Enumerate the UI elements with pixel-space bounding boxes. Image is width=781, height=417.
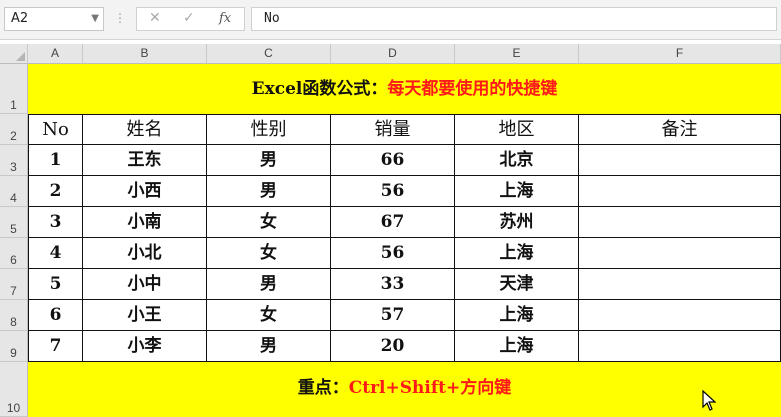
column-header-d[interactable]: D [331, 44, 455, 64]
row-number: 5 [10, 222, 17, 236]
row-number: 2 [10, 129, 17, 143]
table-cell-sales[interactable]: 20 [331, 331, 455, 362]
select-all-corner[interactable] [0, 44, 28, 64]
title-prefix: Excel函数公式： [251, 79, 388, 99]
column-header-e[interactable]: E [455, 44, 579, 64]
table-cell-no[interactable]: 2 [28, 176, 83, 207]
chevron-down-icon[interactable]: ▼ [91, 8, 99, 30]
table-cell-no[interactable]: 7 [28, 331, 83, 362]
column-header-c[interactable]: C [207, 44, 331, 64]
row-number: 4 [10, 191, 17, 205]
formula-buttons: ✕ ✓ fx [136, 7, 245, 31]
table-cell-sales[interactable]: 56 [331, 238, 455, 269]
table-cell-remark[interactable] [579, 145, 781, 176]
table-cell-gender[interactable]: 男 [207, 269, 331, 300]
title-highlight: 每天都要使用的快捷键 [387, 79, 558, 99]
header-cell-region[interactable]: 地区 [455, 114, 579, 145]
mouse-pointer-icon [702, 390, 716, 411]
table-cell-gender[interactable]: 男 [207, 145, 331, 176]
table-cell-region[interactable]: 天津 [455, 269, 579, 300]
table-cell-remark[interactable] [579, 238, 781, 269]
table-cell-no[interactable]: 6 [28, 300, 83, 331]
table-cell-no[interactable]: 3 [28, 207, 83, 238]
table-cell-gender[interactable]: 男 [207, 331, 331, 362]
table-cell-remark[interactable] [579, 176, 781, 207]
formula-bar: A2 ▼ ⋮ ✕ ✓ fx No [0, 0, 781, 40]
table-cell-remark[interactable] [579, 300, 781, 331]
row-number: 10 [6, 401, 21, 415]
table-cell-name[interactable]: 小李 [83, 331, 207, 362]
row-header-3[interactable]: 3 [0, 145, 28, 176]
insert-function-icon[interactable]: fx [219, 11, 231, 26]
table-cell-sales[interactable]: 57 [331, 300, 455, 331]
row-header-10[interactable]: 10 [0, 362, 28, 417]
table-cell-remark[interactable] [579, 207, 781, 238]
row-number: 6 [10, 253, 17, 267]
confirm-icon[interactable]: ✓ [183, 10, 195, 26]
table-cell-name[interactable]: 小王 [83, 300, 207, 331]
row-number: 3 [10, 160, 17, 174]
table-cell-no[interactable]: 4 [28, 238, 83, 269]
table-cell-region[interactable]: 北京 [455, 145, 579, 176]
table-cell-name[interactable]: 小中 [83, 269, 207, 300]
row-header-7[interactable]: 7 [0, 269, 28, 300]
table-cell-sales[interactable]: 33 [331, 269, 455, 300]
table-cell-name[interactable]: 小北 [83, 238, 207, 269]
row-number: 7 [10, 284, 17, 298]
table-cell-region[interactable]: 上海 [455, 176, 579, 207]
footer-prefix: 重点： [297, 378, 349, 398]
formula-input[interactable]: No [251, 7, 777, 31]
cancel-icon[interactable]: ✕ [149, 10, 161, 26]
table-cell-name[interactable]: 小西 [83, 176, 207, 207]
table-cell-sales[interactable]: 67 [331, 207, 455, 238]
row-header-9[interactable]: 9 [0, 331, 28, 362]
name-box[interactable]: A2 ▼ [4, 7, 104, 31]
table-cell-name[interactable]: 小南 [83, 207, 207, 238]
row-header-2[interactable]: 2 [0, 114, 28, 145]
row-number: 9 [10, 346, 17, 360]
table-cell-no[interactable]: 5 [28, 269, 83, 300]
table-cell-gender[interactable]: 女 [207, 300, 331, 331]
table-cell-remark[interactable] [579, 269, 781, 300]
row-header-1[interactable]: 1 [0, 64, 28, 114]
header-cell-gender[interactable]: 性别 [207, 114, 331, 145]
header-cell-no[interactable]: No [28, 114, 83, 145]
more-icon: ⋮ [114, 11, 126, 25]
table-cell-sales[interactable]: 56 [331, 176, 455, 207]
table-cell-name[interactable]: 王东 [83, 145, 207, 176]
table-cell-region[interactable]: 上海 [455, 238, 579, 269]
table-cell-no[interactable]: 1 [28, 145, 83, 176]
table-cell-gender[interactable]: 女 [207, 238, 331, 269]
row-number: 8 [10, 315, 17, 329]
table-cell-region[interactable]: 上海 [455, 300, 579, 331]
row-header-4[interactable]: 4 [0, 176, 28, 207]
column-header-b[interactable]: B [83, 44, 207, 64]
footer-note-cell[interactable]: 重点：Ctrl+Shift+方向键 [28, 362, 781, 414]
header-cell-name[interactable]: 姓名 [83, 114, 207, 145]
table-cell-region[interactable]: 上海 [455, 331, 579, 362]
row-header-8[interactable]: 8 [0, 300, 28, 331]
table-cell-region[interactable]: 苏州 [455, 207, 579, 238]
table-cell-sales[interactable]: 66 [331, 145, 455, 176]
row-header-5[interactable]: 5 [0, 207, 28, 238]
header-cell-sales[interactable]: 销量 [331, 114, 455, 145]
column-header-f[interactable]: F [579, 44, 781, 64]
table-cell-gender[interactable]: 男 [207, 176, 331, 207]
row-header-6[interactable]: 6 [0, 238, 28, 269]
footer-highlight: Ctrl+Shift+方向键 [348, 378, 512, 398]
table-cell-gender[interactable]: 女 [207, 207, 331, 238]
name-box-value: A2 [11, 11, 29, 26]
table-cell-remark[interactable] [579, 331, 781, 362]
column-header-a[interactable]: A [28, 44, 83, 64]
row-number: 1 [10, 98, 17, 112]
sheet-title-cell[interactable]: Excel函数公式：每天都要使用的快捷键 [28, 64, 781, 114]
header-cell-remark[interactable]: 备注 [579, 114, 781, 145]
